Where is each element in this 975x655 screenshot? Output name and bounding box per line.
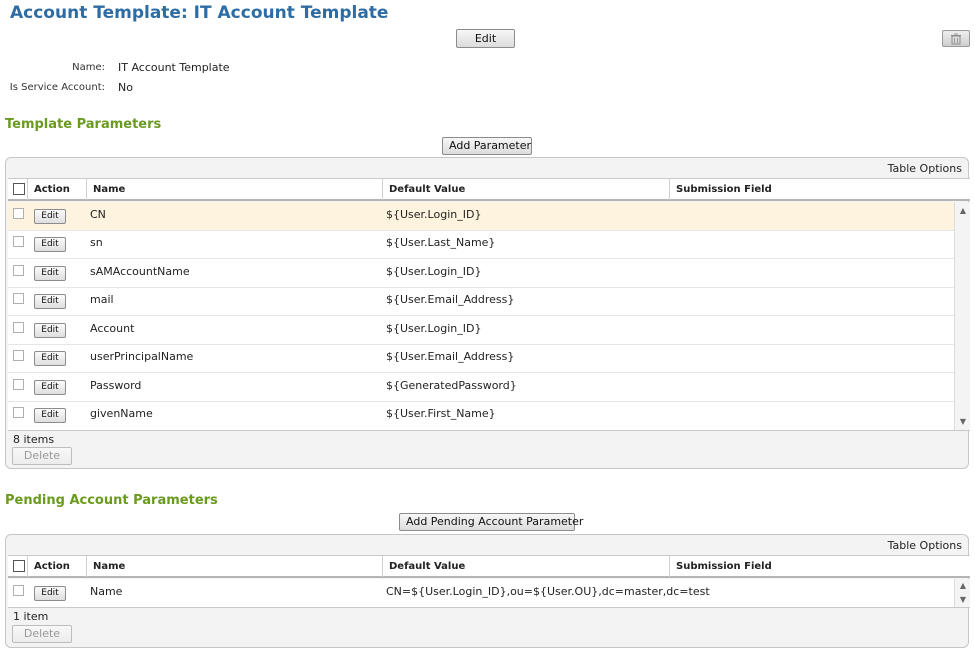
table-options-link[interactable]: Table Options: [888, 162, 962, 175]
table-body: Edit CN ${User.Login_ID} Edit sn ${User.…: [8, 202, 970, 431]
row-name: sAMAccountName: [90, 265, 190, 278]
row-edit-button[interactable]: Edit: [34, 351, 66, 366]
row-edit-button[interactable]: Edit: [34, 586, 66, 601]
table-body: Edit Name CN=${User.Login_ID},ou=${User.…: [8, 579, 970, 608]
row-name: Password: [90, 379, 142, 392]
column-header-name[interactable]: Name: [86, 556, 382, 577]
row-default-value: ${User.Email_Address}: [386, 350, 515, 363]
row-default-value: ${User.Login_ID}: [386, 265, 482, 278]
row-default-value: ${User.First_Name}: [386, 407, 496, 420]
table-row[interactable]: Edit Account ${User.Login_ID}: [8, 316, 954, 345]
item-count: 1 item: [13, 610, 49, 623]
column-header-submission-field[interactable]: Submission Field: [669, 179, 954, 200]
row-checkbox[interactable]: [13, 407, 24, 418]
row-checkbox[interactable]: [13, 236, 24, 247]
chevron-down-icon[interactable]: ▼: [958, 417, 968, 427]
pending-parameters-grid: Table Options Action Name Default Value …: [5, 534, 970, 648]
select-all-checkbox[interactable]: [13, 560, 25, 572]
row-checkbox[interactable]: [13, 293, 24, 304]
row-edit-button[interactable]: Edit: [34, 209, 66, 224]
row-default-value: ${User.Email_Address}: [386, 293, 515, 306]
delete-template-button[interactable]: [942, 30, 970, 47]
table-options-link[interactable]: Table Options: [888, 539, 962, 552]
table-row[interactable]: Edit sAMAccountName ${User.Login_ID}: [8, 259, 954, 288]
row-default-value: CN=${User.Login_ID},ou=${User.OU},dc=mas…: [386, 585, 710, 598]
row-edit-button[interactable]: Edit: [34, 266, 66, 281]
row-default-value: ${User.Last_Name}: [386, 236, 496, 249]
column-header-default-value[interactable]: Default Value: [382, 556, 669, 577]
row-checkbox[interactable]: [13, 585, 24, 596]
service-account-value: No: [118, 81, 133, 94]
row-edit-button[interactable]: Edit: [34, 294, 66, 309]
row-edit-button[interactable]: Edit: [34, 380, 66, 395]
row-checkbox[interactable]: [13, 379, 24, 390]
trash-icon: [951, 33, 961, 44]
row-name: Account: [90, 322, 135, 335]
table-row[interactable]: Edit CN ${User.Login_ID}: [8, 202, 954, 231]
edit-template-button[interactable]: Edit: [456, 29, 515, 48]
add-pending-parameter-button[interactable]: Add Pending Account Parameter: [399, 513, 583, 531]
row-edit-button[interactable]: Edit: [34, 323, 66, 338]
table-row[interactable]: Edit Name CN=${User.Login_ID},ou=${User.…: [8, 579, 954, 607]
row-checkbox[interactable]: [13, 208, 24, 219]
column-header-name[interactable]: Name: [86, 179, 382, 200]
row-checkbox[interactable]: [13, 350, 24, 361]
item-count: 8 items: [13, 433, 55, 446]
chevron-down-icon[interactable]: ▼: [958, 595, 968, 605]
row-name: mail: [90, 293, 114, 306]
service-account-label: Is Service Account:: [9, 82, 105, 93]
column-header-submission-field[interactable]: Submission Field: [669, 556, 954, 577]
table-header: Action Name Default Value Submission Fie…: [8, 555, 970, 578]
select-all-checkbox[interactable]: [13, 183, 25, 195]
column-header-default-value[interactable]: Default Value: [382, 179, 669, 200]
table-row[interactable]: Edit Password ${GeneratedPassword}: [8, 373, 954, 402]
add-parameter-button[interactable]: Add Parameter: [442, 137, 532, 155]
table-header: Action Name Default Value Submission Fie…: [8, 178, 970, 201]
chevron-up-icon[interactable]: ▲: [958, 206, 968, 216]
vertical-scrollbar[interactable]: ▲ ▼: [954, 579, 970, 607]
row-default-value: ${GeneratedPassword}: [386, 379, 517, 392]
row-name: sn: [90, 236, 103, 249]
table-row[interactable]: Edit sn ${User.Last_Name}: [8, 230, 954, 259]
vertical-scrollbar[interactable]: ▲ ▼: [954, 202, 970, 430]
page-title: Account Template: IT Account Template: [10, 3, 389, 23]
row-checkbox[interactable]: [13, 322, 24, 333]
row-edit-button[interactable]: Edit: [34, 408, 66, 423]
template-parameters-title: Template Parameters: [5, 117, 162, 132]
row-name: Name: [90, 585, 123, 598]
row-checkbox[interactable]: [13, 265, 24, 276]
delete-button[interactable]: Delete: [12, 447, 72, 465]
name-label: Name:: [72, 62, 105, 73]
name-value: IT Account Template: [118, 61, 230, 74]
column-header-action[interactable]: Action: [27, 556, 87, 577]
delete-button[interactable]: Delete: [12, 625, 72, 643]
table-row[interactable]: Edit mail ${User.Email_Address}: [8, 287, 954, 316]
chevron-up-icon[interactable]: ▲: [958, 581, 968, 591]
pending-parameters-title: Pending Account Parameters: [5, 493, 218, 508]
table-row[interactable]: Edit userPrincipalName ${User.Email_Addr…: [8, 344, 954, 373]
template-parameters-grid: Table Options Action Name Default Value …: [5, 157, 970, 469]
row-name: CN: [90, 208, 106, 221]
row-name: givenName: [90, 407, 153, 420]
row-default-value: ${User.Login_ID}: [386, 208, 482, 221]
table-row[interactable]: Edit givenName ${User.First_Name}: [8, 401, 954, 430]
row-default-value: ${User.Login_ID}: [386, 322, 482, 335]
row-edit-button[interactable]: Edit: [34, 237, 66, 252]
row-name: userPrincipalName: [90, 350, 194, 363]
column-header-action[interactable]: Action: [27, 179, 87, 200]
